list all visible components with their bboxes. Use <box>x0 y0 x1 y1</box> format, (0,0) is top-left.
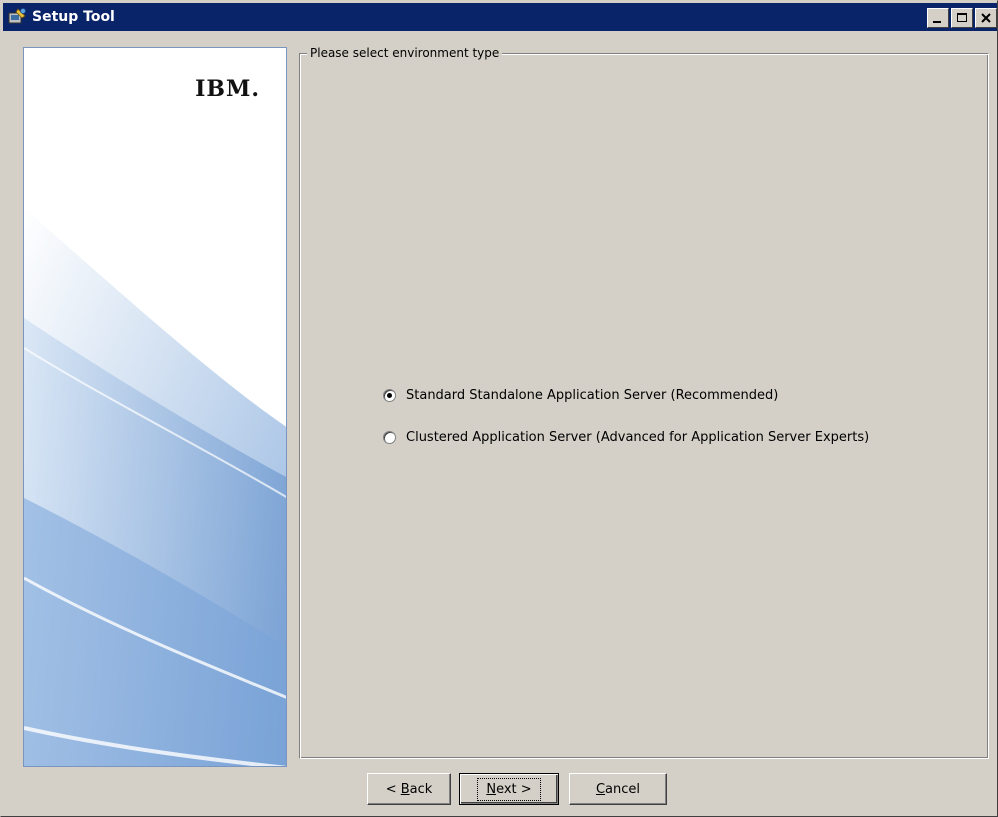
ibm-logo: IBM. <box>195 76 260 102</box>
back-button[interactable]: < Back <box>367 773 451 805</box>
cancel-button-label: Cancel <box>596 782 640 797</box>
back-rest: ack <box>409 781 433 797</box>
decorative-swoosh-graphic <box>24 208 286 766</box>
title-bar[interactable]: Setup Tool <box>3 3 997 31</box>
radio-standard-standalone[interactable]: Standard Standalone Application Server (… <box>383 388 778 403</box>
next-mnemonic: N <box>486 781 497 797</box>
minimize-button[interactable] <box>927 8 949 28</box>
cancel-button[interactable]: Cancel <box>569 773 667 805</box>
cancel-mnemonic: C <box>595 781 606 797</box>
back-button-label: < Back <box>386 782 433 797</box>
maximize-icon <box>957 13 967 22</box>
radio-label: Clustered Application Server (Advanced f… <box>406 430 870 445</box>
radio-label: Standard Standalone Application Server (… <box>406 388 779 403</box>
environment-type-group <box>299 53 989 759</box>
close-button[interactable] <box>975 8 997 28</box>
window-title: Setup Tool <box>32 9 115 25</box>
next-button[interactable]: Next > <box>459 773 559 805</box>
window-controls <box>927 8 997 28</box>
maximize-button[interactable] <box>951 8 973 28</box>
back-prefix: < <box>385 781 401 797</box>
setup-window: Setup Tool IBM. Please select environmen… <box>0 0 998 817</box>
radio-button[interactable] <box>383 431 396 444</box>
back-mnemonic: B <box>400 781 410 797</box>
next-rest: ext > <box>496 781 532 797</box>
radio-selected-dot <box>387 393 392 398</box>
radio-clustered[interactable]: Clustered Application Server (Advanced f… <box>383 430 869 445</box>
group-legend: Please select environment type <box>307 46 503 60</box>
close-icon <box>981 13 991 23</box>
setup-app-icon <box>8 8 26 24</box>
radio-button[interactable] <box>383 389 396 402</box>
branding-panel: IBM. <box>23 47 287 767</box>
cancel-rest: ancel <box>605 781 641 797</box>
next-button-label: Next > <box>477 777 541 801</box>
minimize-icon <box>933 21 941 23</box>
